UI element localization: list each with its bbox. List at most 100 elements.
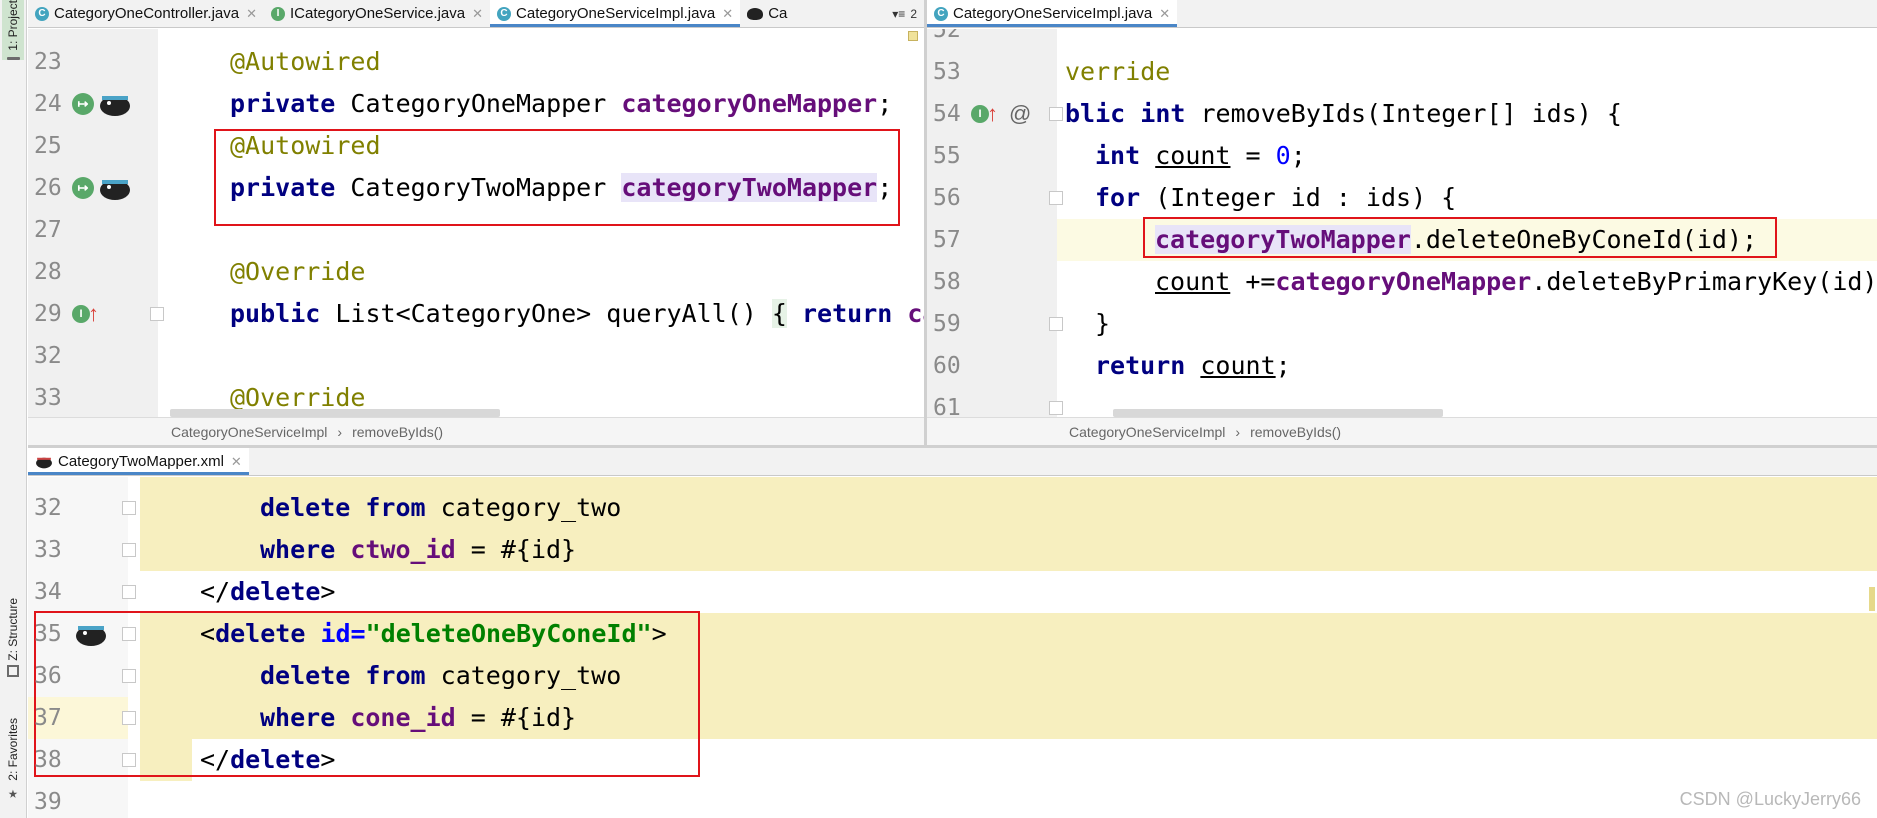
tab-label: CategoryOneServiceImpl.java (516, 5, 716, 22)
tab-category-two-mapper-truncated[interactable]: Ca (740, 0, 794, 27)
tab-label: CategoryOneController.java (54, 5, 240, 22)
code-line: 32 (28, 335, 924, 377)
line-number: 52 (933, 29, 961, 43)
code-line: 55 int count = 0; (927, 135, 1877, 177)
code-line: 54 I ↑ @ blic int removeByIds(Integer[] … (927, 93, 1877, 135)
mybatis-icon (747, 7, 764, 20)
right-editor-tabs: C CategoryOneServiceImpl.java ✕ (927, 0, 1877, 28)
mybatis-icon[interactable] (98, 91, 132, 117)
tab-icategory-one-service[interactable]: I ICategoryOneService.java ✕ (264, 0, 490, 27)
code-line: 25 @Autowired (28, 125, 924, 167)
at-sign-icon[interactable]: @ (1009, 93, 1031, 135)
code-line: 38 </delete> (28, 739, 1877, 781)
close-icon[interactable]: ✕ (231, 454, 242, 470)
fold-toggle-icon[interactable] (122, 585, 136, 599)
mybatis-icon (36, 457, 52, 468)
fold-toggle-icon[interactable] (122, 627, 136, 641)
fold-toggle-icon[interactable] (1049, 107, 1063, 121)
fold-toggle-icon[interactable] (122, 753, 136, 767)
breadcrumb-method[interactable]: removeByIds() (352, 424, 443, 440)
mybatis-icon[interactable] (98, 175, 132, 201)
code-line: 58 count +=categoryOneMapper.deleteByPri… (927, 261, 1877, 303)
spring-bean-icon[interactable]: ↦ (72, 93, 94, 115)
code-line: 33 where ctwo_id = #{id} (28, 529, 1877, 571)
line-number: 57 (933, 227, 961, 253)
line-number: 34 (34, 579, 62, 605)
spring-bean-icon[interactable]: ↦ (72, 177, 94, 199)
class-icon: C (934, 6, 948, 21)
code-line: 26 ↦ private CategoryTwoMapper categoryT… (28, 167, 924, 209)
code-line: 23 @Autowired (28, 41, 924, 83)
code-line: 32 delete from category_two (28, 487, 1877, 529)
tab-label: ICategoryOneService.java (290, 5, 466, 22)
tab-category-one-service-impl[interactable]: C CategoryOneServiceImpl.java ✕ (490, 0, 741, 27)
horizontal-scrollbar[interactable] (1113, 409, 1443, 417)
star-icon: ★ (8, 782, 18, 802)
line-number: 60 (933, 353, 961, 379)
close-icon[interactable]: ✕ (722, 6, 733, 22)
code-line: 56 for (Integer id : ids) { (927, 177, 1877, 219)
breadcrumb-class[interactable]: CategoryOneServiceImpl (1069, 424, 1225, 440)
code-line: 24 ↦ private CategoryOneMapper categoryO… (28, 83, 924, 125)
fold-toggle-icon[interactable] (150, 307, 164, 321)
line-number: 56 (933, 185, 961, 211)
line-number: 38 (34, 747, 62, 773)
scroll-marker (1869, 587, 1875, 611)
line-number: 28 (34, 259, 62, 285)
code-line: 39 (28, 781, 1877, 818)
tab-label: Ca (768, 5, 788, 22)
arrow-up-icon: ↑ (88, 301, 99, 326)
breadcrumb-method[interactable]: removeByIds() (1250, 424, 1341, 440)
line-number: 39 (34, 789, 62, 815)
line-number: 27 (34, 217, 62, 243)
tab-category-one-service-impl-right[interactable]: C CategoryOneServiceImpl.java ✕ (927, 0, 1178, 27)
left-editor-tabs: C CategoryOneController.java ✕ I ICatego… (28, 0, 924, 28)
code-line: 60 return count; (927, 345, 1877, 387)
chevron-right-icon: › (1235, 423, 1241, 440)
class-icon: C (35, 6, 49, 21)
code-line: 34 </delete> (28, 571, 1877, 613)
fold-toggle-icon[interactable] (122, 501, 136, 515)
fold-toggle-icon[interactable] (122, 711, 136, 725)
structure-tool-button[interactable]: Z: Structure (2, 598, 24, 698)
line-number: 54 (933, 101, 961, 127)
code-line: 28 @Override (28, 251, 924, 293)
close-icon[interactable]: ✕ (246, 6, 257, 22)
fold-toggle-icon[interactable] (122, 669, 136, 683)
fold-toggle-icon[interactable] (122, 543, 136, 557)
tab-category-one-controller[interactable]: C CategoryOneController.java ✕ (28, 0, 264, 27)
project-tool-label: 1: Project (6, 0, 20, 51)
favorites-tool-button[interactable]: 2: Favorites ★ (2, 718, 24, 816)
favorites-tool-label: 2: Favorites (6, 718, 20, 781)
close-icon[interactable]: ✕ (1159, 6, 1170, 22)
breadcrumb-class[interactable]: CategoryOneServiceImpl (171, 424, 327, 440)
line-number: 55 (933, 143, 961, 169)
tab-overflow-button[interactable]: ▾≡ 2 (885, 0, 924, 27)
line-number: 36 (34, 663, 62, 689)
xml-code-editor[interactable]: 32 delete from category_two 33 where ctw… (28, 477, 1877, 818)
code-line: 59 } (927, 303, 1877, 345)
right-breadcrumb: CategoryOneServiceImpl › removeByIds() (927, 417, 1877, 445)
fold-toggle-icon[interactable] (1049, 191, 1063, 205)
arrow-up-icon: ↑ (987, 101, 998, 126)
project-tool-button[interactable]: 1: Project (2, 0, 24, 60)
watermark: CSDN @LuckyJerry66 (1679, 789, 1861, 809)
class-icon: C (497, 6, 512, 21)
line-number: 29 (34, 301, 62, 327)
left-breadcrumb: CategoryOneServiceImpl › removeByIds() (28, 417, 924, 445)
line-number: 23 (34, 49, 62, 75)
close-icon[interactable]: ✕ (472, 6, 483, 22)
line-number: 26 (34, 175, 62, 201)
structure-tool-label: Z: Structure (6, 598, 20, 661)
fold-toggle-icon[interactable] (1049, 401, 1063, 415)
line-number: 32 (34, 343, 62, 369)
left-code-editor[interactable]: 23 @Autowired 24 ↦ private CategoryOneMa… (28, 29, 924, 417)
structure-icon (7, 664, 19, 677)
line-number: 35 (34, 621, 62, 647)
horizontal-scrollbar[interactable] (170, 409, 500, 417)
fold-toggle-icon[interactable] (1049, 317, 1063, 331)
right-code-editor[interactable]: 52 53 verride 54 I ↑ @ blic int removeBy… (927, 29, 1877, 417)
code-line: 37 where cone_id = #{id} (28, 697, 1877, 739)
tab-category-two-mapper-xml[interactable]: CategoryTwoMapper.xml ✕ (28, 448, 249, 475)
mybatis-icon[interactable] (74, 621, 108, 647)
